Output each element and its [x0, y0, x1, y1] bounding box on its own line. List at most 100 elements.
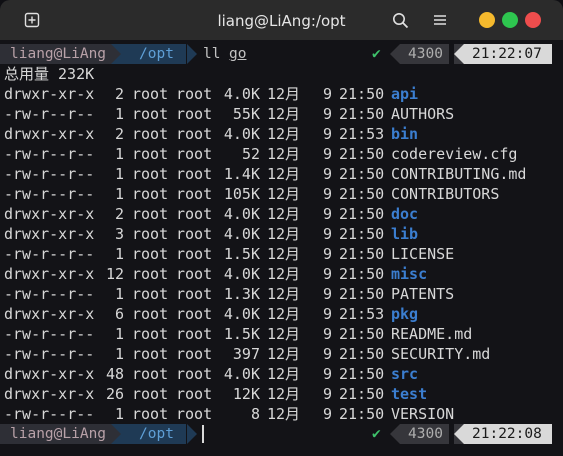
listing-day: 9: [322, 345, 332, 363]
listing-group: root: [176, 205, 213, 223]
listing-month: 12月: [267, 305, 301, 323]
title-bar: liang@LiAng:/opt: [0, 0, 563, 41]
listing-month: 12月: [267, 225, 301, 243]
listing-owner: root: [132, 105, 169, 123]
listing-size: 397: [232, 345, 260, 363]
listing-size: 1.4K: [223, 165, 260, 183]
listing-time: 21:50: [339, 325, 385, 343]
listing-links: 1: [114, 185, 124, 203]
listing-time: 21:50: [339, 405, 385, 423]
prompt-user: liang@LiAng: [0, 424, 113, 444]
listing-group: root: [176, 265, 213, 283]
listing-month: 12月: [267, 345, 301, 363]
listing-group: root: [176, 305, 213, 323]
file-name: CONTRIBUTORS: [391, 185, 500, 203]
listing-links: 12: [105, 265, 124, 283]
listing-links: 2: [114, 125, 124, 143]
prompt-separator: [187, 44, 197, 64]
listing-owner: root: [132, 225, 169, 243]
listing-group: root: [176, 345, 213, 363]
listing-owner: root: [132, 185, 169, 203]
maximize-button[interactable]: [502, 12, 518, 28]
listing-day: 9: [322, 225, 332, 243]
listing-links: 26: [105, 385, 124, 403]
listing-size: 52: [241, 145, 260, 163]
listing-time: 21:50: [339, 145, 385, 163]
listing-day: 9: [322, 145, 332, 163]
directory-name: api: [391, 85, 419, 103]
history-count: 4300: [400, 424, 449, 444]
close-button[interactable]: [525, 12, 541, 28]
prompt-separator: [454, 424, 464, 444]
listing-month: 12月: [267, 85, 301, 103]
prompt-user: liang@LiAng: [0, 44, 113, 64]
file-name: LICENSE: [391, 245, 455, 263]
listing-group: root: [176, 385, 213, 403]
search-icon[interactable]: [392, 12, 409, 29]
listing-perm: -rw-r--r--: [4, 185, 95, 203]
listing-perm: -rw-r--r--: [4, 145, 95, 163]
listing-group: root: [176, 145, 213, 163]
listing-size: 12K: [232, 385, 260, 403]
listing-month: 12月: [267, 285, 301, 303]
listing-perm: -rw-r--r--: [4, 105, 95, 123]
file-name: CONTRIBUTING.md: [391, 165, 527, 183]
listing-group: root: [176, 105, 213, 123]
listing-size: 4.0K: [223, 365, 260, 383]
listing-day: 9: [322, 185, 332, 203]
listing-links: 2: [114, 85, 124, 103]
file-name: AUTHORS: [391, 105, 455, 123]
listing-time: 21:50: [339, 365, 385, 383]
file-name: codereview.cfg: [391, 145, 518, 163]
listing-group: root: [176, 85, 213, 103]
listing-time: 21:53: [339, 305, 385, 323]
listing-group: root: [176, 285, 213, 303]
listing-day: 9: [322, 85, 332, 103]
listing-time: 21:50: [339, 245, 385, 263]
listing-time: 21:50: [339, 205, 385, 223]
listing-size: 1.3K: [223, 285, 260, 303]
listing-links: 3: [114, 225, 124, 243]
listing-owner: root: [132, 205, 169, 223]
listing-perm: -rw-r--r--: [4, 325, 95, 343]
listing-perm: drwxr-xr-x: [4, 365, 95, 383]
listing-month: 12月: [267, 325, 301, 343]
listing-size: 1.5K: [223, 245, 260, 263]
listing-links: 48: [105, 365, 124, 383]
file-name: PATENTS: [391, 285, 455, 303]
text-cursor[interactable]: [202, 425, 204, 443]
command-name: ll: [203, 46, 221, 62]
listing-day: 9: [322, 205, 332, 223]
listing-day: 9: [322, 305, 332, 323]
listing-links: 6: [114, 305, 124, 323]
listing-group: root: [176, 365, 213, 383]
listing-links: 1: [114, 165, 124, 183]
minimize-button[interactable]: [479, 12, 495, 28]
command-argument: go: [229, 46, 247, 62]
listing-month: 12月: [267, 385, 301, 403]
directory-name: src: [391, 365, 419, 383]
listing-month: 12月: [267, 125, 301, 143]
listing-perm: drwxr-xr-x: [4, 385, 95, 403]
terminal-window: liang@LiAng:/opt liang@LiAng /opt ll go …: [0, 0, 563, 456]
listing-size: 4.0K: [223, 305, 260, 323]
status-check-icon: ✔: [372, 46, 381, 62]
listing-links: 1: [114, 105, 124, 123]
prompt-dir: /opt: [121, 44, 186, 64]
listing-month: 12月: [267, 205, 301, 223]
terminal-content[interactable]: liang@LiAng /opt ll go ✔ 4300 21:22:07 总…: [0, 40, 563, 456]
listing-perm: drwxr-xr-x: [4, 85, 95, 103]
directory-name: doc: [391, 205, 419, 223]
listing-time: 21:50: [339, 225, 385, 243]
prompt-separator: [390, 424, 400, 444]
listing-day: 9: [322, 325, 332, 343]
listing-size: 4.0K: [223, 225, 260, 243]
listing-month: 12月: [267, 145, 301, 163]
directory-name: bin: [391, 125, 419, 143]
total-size: 总用量 232K: [4, 65, 95, 83]
hamburger-menu-icon[interactable]: [433, 13, 447, 27]
listing-owner: root: [132, 125, 169, 143]
listing-size: 4.0K: [223, 205, 260, 223]
listing-day: 9: [322, 385, 332, 403]
prompt-time: 21:22:07: [464, 44, 552, 64]
